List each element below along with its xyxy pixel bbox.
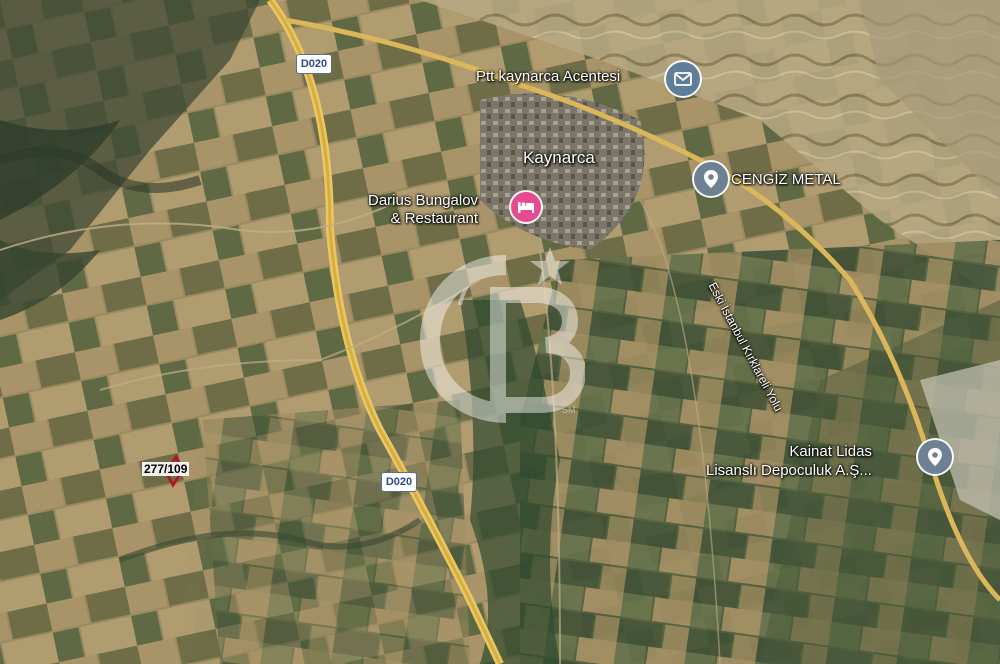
place-label-kainat-line1: Kainat Lidas: [789, 443, 872, 460]
parcel-label[interactable]: 277/109: [142, 462, 190, 476]
place-label-kainat-line2: Lisanslı Depoculuk A.Ş...: [706, 462, 872, 479]
location-pin-icon: [704, 170, 718, 188]
place-label-darius-line2: & Restaurant: [390, 210, 479, 227]
hotel-bed-icon: [518, 202, 534, 213]
svg-text:SM: SM: [562, 405, 576, 415]
mail-icon: [674, 72, 692, 86]
road-shield-d020-north: D020: [296, 54, 332, 74]
place-marker-kainat[interactable]: [918, 440, 952, 474]
place-label-darius: Darius Bungalov & Restaurant: [368, 192, 478, 228]
town-label: Kaynarca: [523, 148, 595, 167]
place-label-darius-line1: Darius Bungalov: [368, 192, 479, 209]
place-label-ptt: Ptt kaynarca Acentesi: [476, 68, 621, 85]
satellite-map[interactable]: D020 D020 Eski İstanbul Kırklareli Yolu …: [0, 0, 1000, 664]
road-shield-d020-south: D020: [381, 472, 417, 492]
place-label-kainat: Kainat Lidas Lisanslı Depoculuk A.Ş...: [706, 442, 872, 480]
place-marker-cengiz[interactable]: [694, 162, 728, 196]
place-marker-darius[interactable]: [511, 192, 541, 222]
cb-logo-watermark: SM: [420, 247, 585, 423]
location-pin-icon: [928, 448, 942, 466]
place-marker-ptt[interactable]: [666, 62, 700, 96]
place-label-cengiz: CENGİZ METAL: [731, 171, 841, 188]
